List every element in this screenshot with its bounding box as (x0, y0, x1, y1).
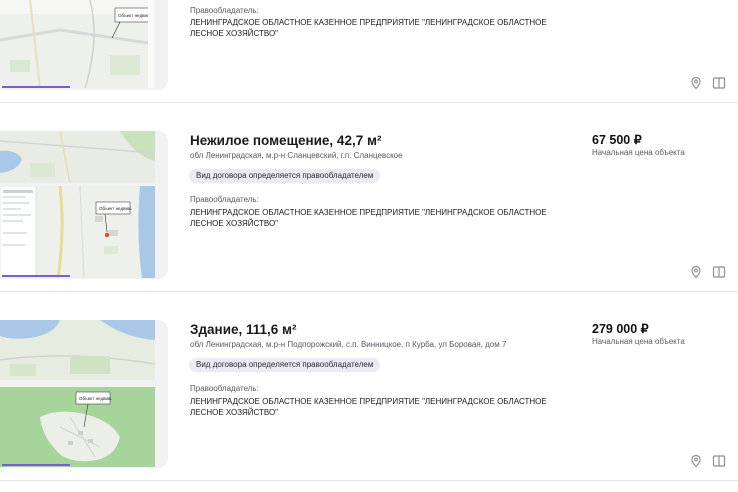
card-divider (0, 480, 738, 481)
contract-type-badge: Вид договора определяется правообладател… (189, 169, 381, 183)
show-on-map-button[interactable] (689, 265, 703, 279)
map-thumbnail[interactable] (0, 131, 155, 183)
map-thumbnail[interactable] (0, 320, 155, 380)
svg-text:Объект недвиж.: Объект недвиж. (99, 206, 132, 211)
listing-card[interactable]: Объект недвиж. Правообладатель: ЛЕНИНГРА… (0, 0, 738, 102)
listing-address: обл Ленинградская, м.р-н Сланцевский, г.… (190, 151, 403, 160)
owner-name: ЛЕНИНГРАДСКОЕ ОБЛАСТНОЕ КАЗЕННОЕ ПРЕДПРИ… (190, 208, 547, 228)
owner-name: ЛЕНИНГРАДСКОЕ ОБЛАСТНОЕ КАЗЕННОЕ ПРЕДПРИ… (190, 18, 547, 38)
owner-label: Правообладатель: (190, 6, 259, 15)
book-compare-icon (712, 455, 726, 467)
svg-text:Объект недвиж.: Объект недвиж. (118, 13, 151, 18)
show-on-map-button[interactable] (689, 76, 703, 90)
owner-name: ЛЕНИНГРАДСКОЕ ОБЛАСТНОЕ КАЗЕННОЕ ПРЕДПРИ… (190, 397, 547, 417)
compare-button[interactable] (712, 265, 726, 279)
listing-title[interactable]: Нежилое помещение, 42,7 м² (190, 133, 381, 148)
listing-title[interactable]: Здание, 111,6 м² (190, 322, 297, 337)
owner-label: Правообладатель: (190, 384, 259, 393)
map-thumbnail[interactable]: Объект недвиж. (0, 387, 155, 467)
owner-label: Правообладатель: (190, 195, 259, 204)
listing-card[interactable]: Объект недвиж. Нежилое помещение, 42,7 м… (0, 103, 738, 291)
photo-progress-bar (2, 275, 70, 277)
listing-address: обл Ленинградская, м.р-н Подпорожский, с… (190, 340, 507, 349)
map-pin-icon (691, 265, 701, 279)
map-pin-icon (691, 454, 701, 468)
listing-photos[interactable]: Объект недвиж. (0, 320, 168, 468)
listing-photos[interactable]: Объект недвиж. (0, 0, 168, 90)
photo-progress-bar (2, 86, 70, 88)
listing-card[interactable]: Объект недвиж. Здание, 111,6 м² обл Лени… (0, 292, 738, 480)
listing-price: 67 500 ₽ (592, 133, 642, 147)
price-label: Начальная цена объекта (592, 148, 685, 157)
compare-button[interactable] (712, 76, 726, 90)
map-thumbnail[interactable]: Объект недвиж. (0, 0, 155, 88)
compare-button[interactable] (712, 454, 726, 468)
book-compare-icon (712, 77, 726, 89)
contract-type-badge: Вид договора определяется правообладател… (189, 358, 381, 372)
map-pin-icon (691, 76, 701, 90)
photo-progress-bar (2, 464, 70, 466)
map-thumbnail[interactable]: Объект недвиж. (0, 186, 155, 278)
listing-price: 279 000 ₽ (592, 322, 649, 336)
show-on-map-button[interactable] (689, 454, 703, 468)
price-label: Начальная цена объекта (592, 337, 685, 346)
book-compare-icon (712, 266, 726, 278)
svg-text:Объект недвиж.: Объект недвиж. (79, 396, 112, 401)
listing-photos[interactable]: Объект недвиж. (0, 131, 168, 279)
